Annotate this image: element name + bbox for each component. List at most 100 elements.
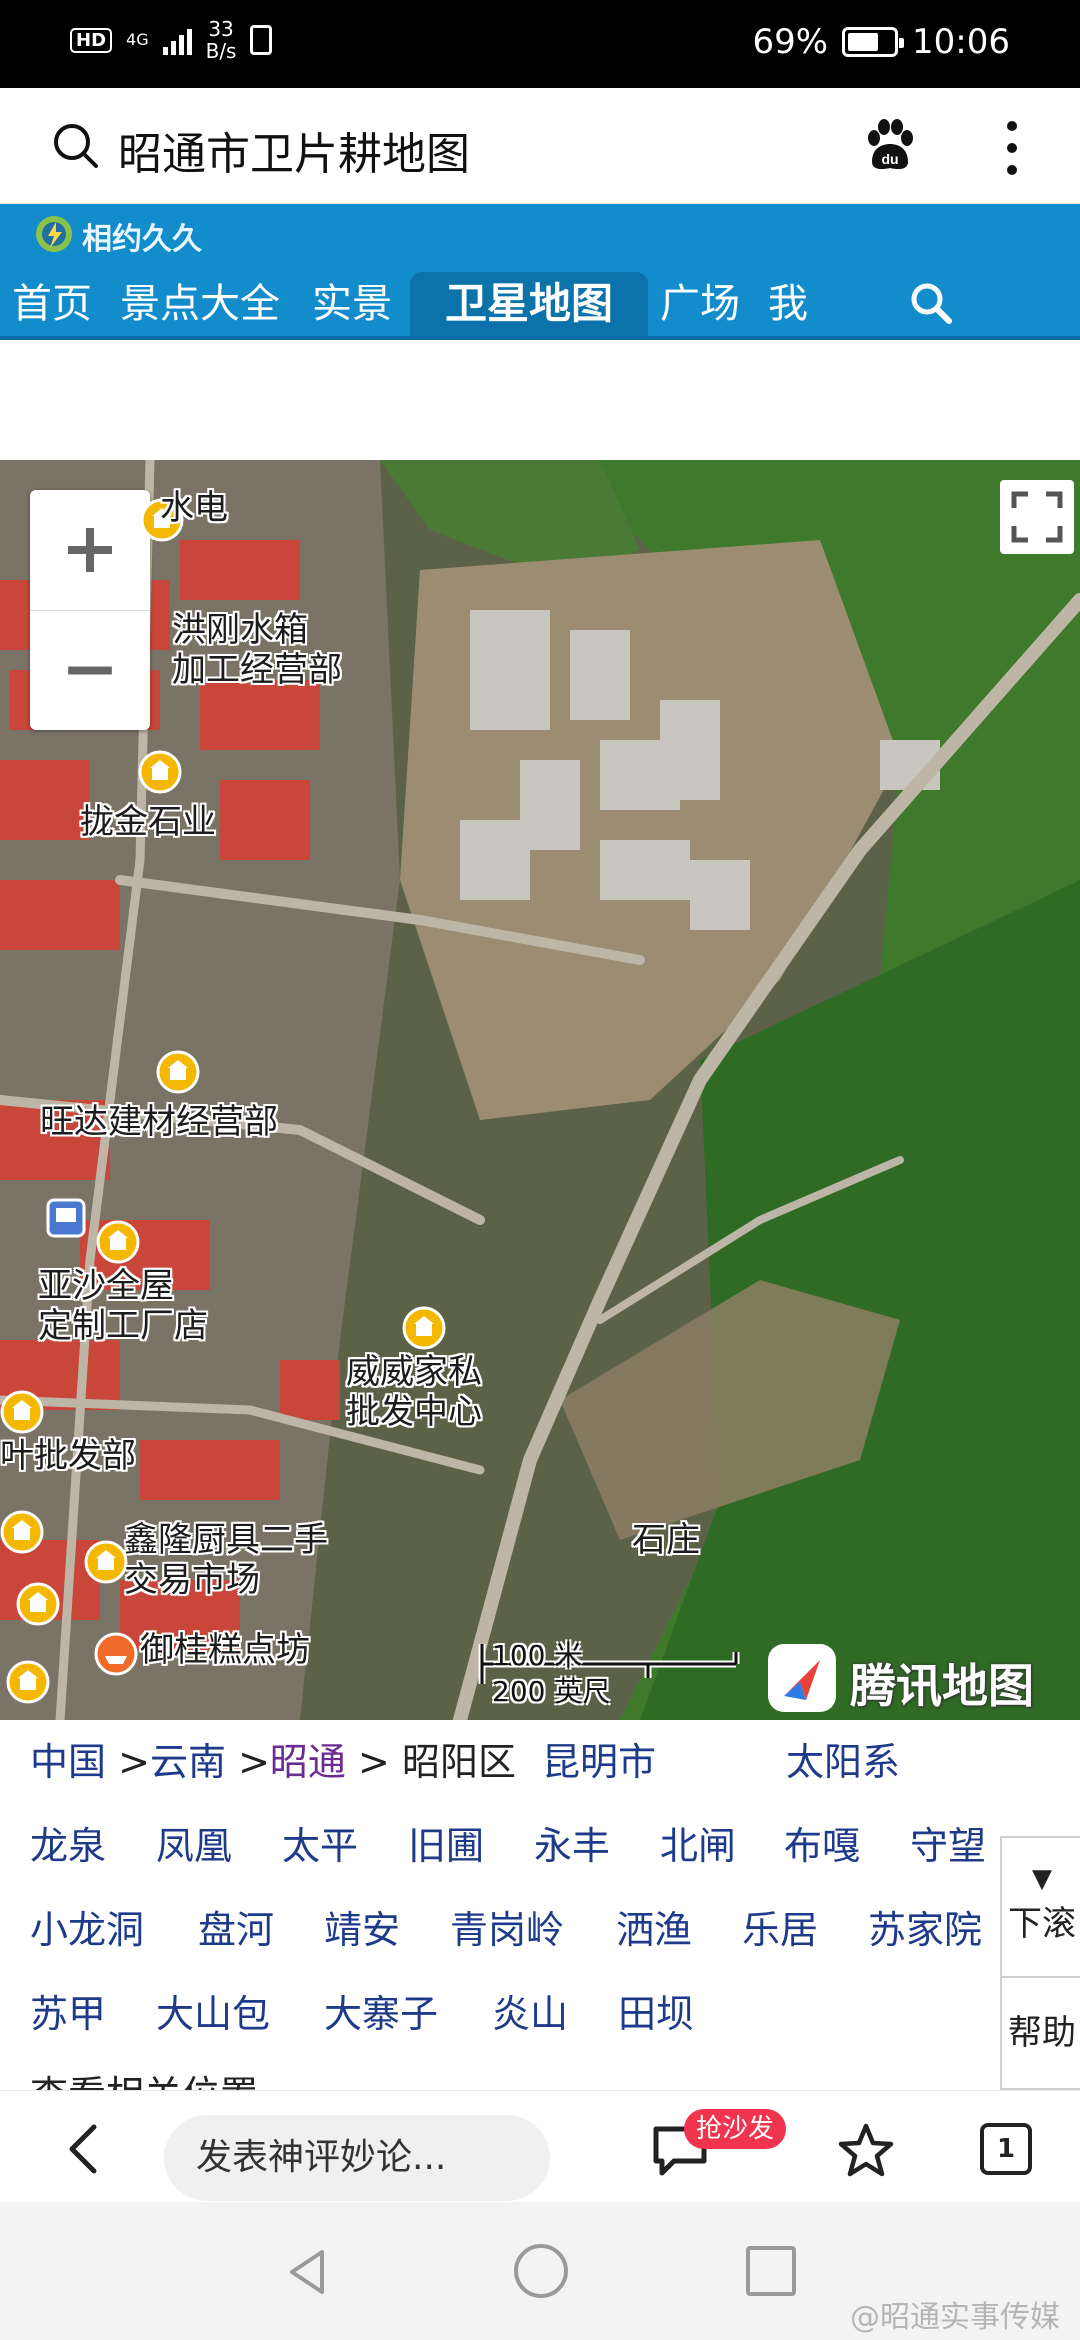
system-home-icon[interactable]	[514, 2244, 568, 2298]
map-label[interactable]: 水电	[160, 488, 228, 528]
down-arrow-icon: ▼	[1032, 1864, 1052, 1894]
map-scale: 100 米 200 英尺	[478, 1634, 748, 1708]
breadcrumb-city[interactable]: 昭通	[270, 1740, 346, 1784]
breadcrumb-separator: >	[238, 1740, 270, 1784]
nav-satellite-map[interactable]: 卫星地图	[410, 272, 648, 336]
blank-ad-space	[0, 340, 1080, 460]
system-back-icon[interactable]	[282, 2246, 334, 2298]
region-link[interactable]: 布嘎	[784, 1822, 860, 1870]
tabs-button[interactable]: 1	[980, 2123, 1032, 2175]
region-link-solar-system[interactable]: 太阳系	[786, 1738, 900, 1786]
sofa-badge[interactable]: 抢沙发	[684, 2109, 787, 2149]
region-link[interactable]: 洒渔	[616, 1906, 692, 1954]
speed-value: 33	[208, 17, 234, 41]
poi-marker-icon[interactable]	[156, 1050, 200, 1094]
breadcrumb-separator: >	[358, 1740, 390, 1784]
region-link[interactable]: 靖安	[324, 1906, 400, 1954]
site-logo-icon[interactable]	[34, 214, 74, 254]
vibrate-icon	[250, 25, 273, 55]
scale-imperial: 200 英尺	[492, 1675, 611, 1708]
svg-text:du: du	[881, 151, 898, 167]
region-link[interactable]: 田坝	[618, 1990, 694, 2038]
map-label[interactable]: 御桂糕点坊	[140, 1630, 310, 1670]
breadcrumb-country[interactable]: 中国	[30, 1740, 106, 1784]
battery-icon	[842, 27, 905, 57]
section-heading-cut-off: 查看相关位置	[30, 2064, 258, 2090]
back-icon[interactable]	[60, 2121, 112, 2177]
region-link[interactable]: 苏家院	[868, 1906, 982, 1954]
zoom-out-button[interactable]	[30, 610, 150, 730]
poi-marker-icon[interactable]	[0, 1510, 44, 1554]
map-provider-name: 腾讯地图	[850, 1659, 1034, 1713]
search-query-text[interactable]: 昭通市卫片耕地图	[118, 118, 470, 182]
map-label[interactable]: 威威家私 批发中心	[346, 1352, 482, 1432]
map-label[interactable]: 亚沙全屋 定制工厂店	[38, 1266, 208, 1346]
map-label[interactable]: 叶批发部	[0, 1436, 136, 1476]
fullscreen-icon[interactable]	[1000, 480, 1074, 554]
region-link[interactable]: 永丰	[534, 1822, 610, 1870]
region-link[interactable]: 守望	[910, 1822, 986, 1870]
region-link[interactable]: 大山包	[156, 1990, 270, 2038]
more-vertical-icon[interactable]	[998, 118, 1026, 178]
poi-marker-icon[interactable]	[0, 1390, 44, 1434]
speed-unit: B/s	[205, 39, 237, 63]
status-bar: HD 4G 33 B/s 69% 10:06	[0, 0, 1080, 88]
browser-search-bar[interactable]: 昭通市卫片耕地图 du	[0, 88, 1080, 204]
poi-marker-icon[interactable]	[6, 1660, 50, 1704]
nav-plaza[interactable]: 广场	[648, 272, 752, 336]
battery-percent: 69%	[752, 22, 829, 62]
site-search-icon[interactable]	[908, 280, 954, 326]
region-link[interactable]: 乐居	[742, 1906, 818, 1954]
help-button[interactable]: 帮助	[1002, 1978, 1080, 2088]
region-link[interactable]: 青岗岭	[450, 1906, 564, 1954]
breadcrumb-province[interactable]: 云南	[150, 1740, 226, 1784]
poi-marker-icon[interactable]	[138, 750, 182, 794]
nav-me[interactable]: 我	[756, 272, 820, 336]
poi-marker-icon[interactable]	[96, 1220, 140, 1264]
map-label[interactable]: 鑫隆厨具二手 交易市场	[124, 1520, 328, 1600]
nav-attractions[interactable]: 景点大全	[108, 272, 292, 336]
scroll-down-button[interactable]: ▼ 下滚	[1002, 1838, 1080, 1978]
region-link[interactable]: 旧圃	[408, 1822, 484, 1870]
map-label[interactable]: 洪刚水箱 加工经营部	[172, 610, 342, 690]
baidu-paw-icon[interactable]: du	[862, 118, 918, 174]
scroll-down-label: 下滚	[1008, 1904, 1076, 1944]
region-link[interactable]: 北闸	[660, 1822, 736, 1870]
comment-input[interactable]: 发表神评妙论...	[164, 2115, 550, 2201]
map-label[interactable]: 旺达建材经营部	[40, 1102, 278, 1142]
clock: 10:06	[912, 22, 1010, 62]
status-right: 69% 10:06	[752, 22, 1010, 62]
poi-marker-icon[interactable]	[402, 1306, 446, 1350]
region-link[interactable]: 龙泉	[30, 1822, 106, 1870]
region-link[interactable]: 炎山	[492, 1990, 568, 2038]
poi-marker-icon[interactable]	[16, 1582, 60, 1626]
site-logo-text[interactable]: 相约久久	[82, 214, 202, 258]
signal-icon	[162, 25, 192, 55]
star-icon[interactable]	[836, 2121, 896, 2181]
region-link[interactable]: 小龙洞	[30, 1906, 144, 1954]
zoom-in-button[interactable]	[30, 490, 150, 610]
region-link[interactable]: 盘河	[198, 1906, 274, 1954]
map-label[interactable]: 石庄	[632, 1520, 700, 1560]
map-label[interactable]: 拢金石业	[80, 802, 216, 842]
bakery-marker-icon[interactable]	[94, 1632, 138, 1676]
region-link[interactable]: 苏甲	[30, 1990, 106, 2038]
region-link[interactable]: 大寨子	[324, 1990, 438, 2038]
breadcrumb: 中国 >云南 >昭通 > 昭阳区	[30, 1738, 516, 1786]
region-link-kunming[interactable]: 昆明市	[542, 1738, 656, 1786]
zoom-control	[30, 490, 150, 730]
breadcrumb-separator: >	[118, 1740, 150, 1784]
status-left: HD 4G 33 B/s	[70, 17, 273, 63]
nav-street-view[interactable]: 实景	[300, 272, 404, 336]
scale-metric: 100 米	[492, 1639, 583, 1672]
system-nav-bar: @昭通实事传媒	[0, 2202, 1080, 2340]
region-link[interactable]: 凤凰	[156, 1822, 232, 1870]
search-icon[interactable]	[50, 120, 102, 172]
bus-stop-icon[interactable]	[44, 1196, 88, 1240]
region-link[interactable]: 太平	[282, 1822, 358, 1870]
system-recents-icon[interactable]	[746, 2246, 796, 2296]
satellite-map[interactable]: 水电 洪刚水箱 加工经营部 拢金石业 旺达建材经营部 亚沙全屋 定制工厂店 威威…	[0, 460, 1080, 1720]
site-nav: 首页 景点大全 实景 卫星地图 广场 我	[0, 264, 1080, 340]
poi-marker-icon[interactable]	[84, 1540, 128, 1584]
nav-home[interactable]: 首页	[0, 272, 104, 336]
